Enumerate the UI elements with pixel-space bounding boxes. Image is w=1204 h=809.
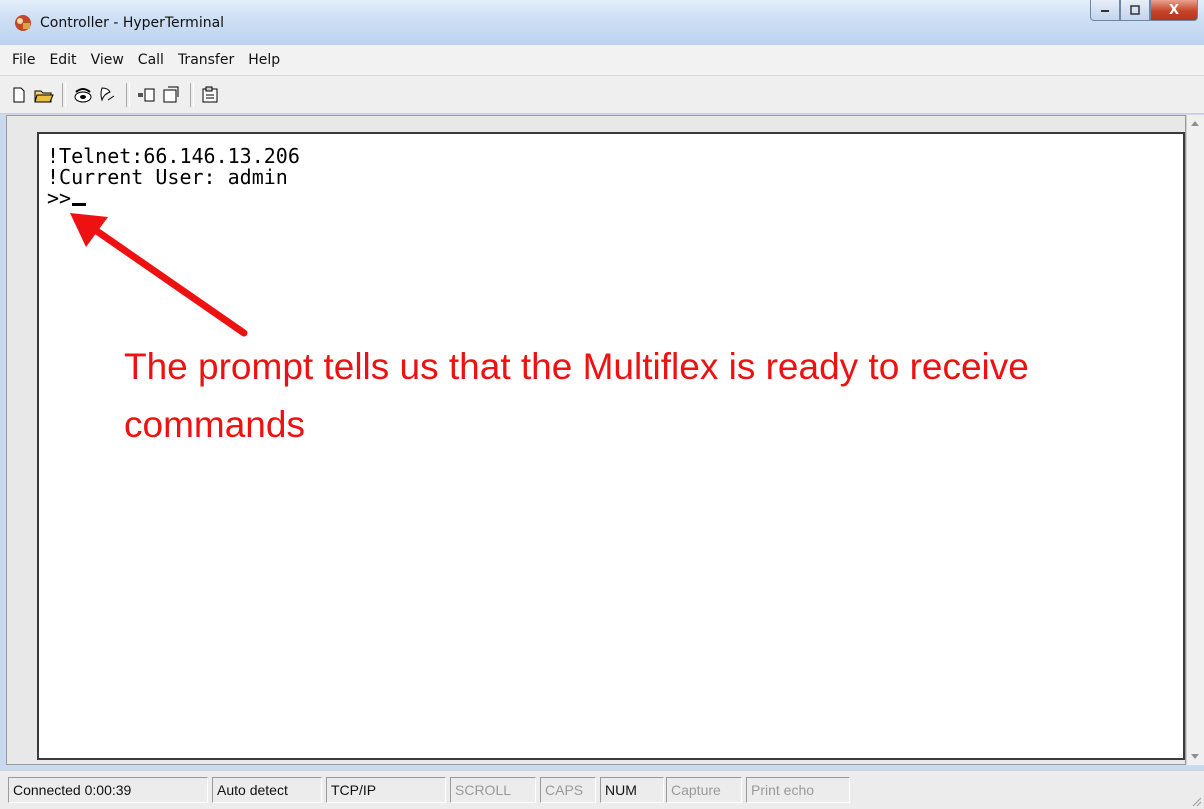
annotation-text: The prompt tells us that the Multiflex i…	[124, 346, 1029, 445]
hyperterminal-app-icon	[15, 15, 31, 31]
menu-transfer[interactable]: Transfer	[178, 52, 234, 68]
menu-help[interactable]: Help	[248, 52, 280, 68]
menu-bar: File Edit View Call Transfer Help	[0, 45, 1204, 76]
close-icon: X	[1168, 2, 1180, 18]
call-icon	[74, 87, 92, 102]
status-bar: Connected 0:00:39 Auto detect TCP/IP SCR…	[0, 770, 1204, 809]
minimize-icon	[1101, 10, 1109, 12]
scroll-up-icon[interactable]	[1191, 121, 1199, 126]
send-icon	[138, 88, 155, 101]
call-button[interactable]	[72, 84, 94, 106]
title-bar[interactable]: Controller - HyperTerminal X	[0, 0, 1204, 46]
new-button[interactable]	[8, 84, 30, 106]
open-folder-icon	[34, 90, 54, 102]
menu-edit[interactable]: Edit	[49, 52, 76, 68]
new-file-icon	[13, 87, 25, 102]
minimize-button[interactable]	[1090, 0, 1120, 21]
menu-call[interactable]: Call	[138, 52, 164, 68]
status-connected: Connected 0:00:39	[8, 777, 208, 803]
status-num: NUM	[600, 777, 664, 803]
vertical-scrollbar[interactable]	[1186, 115, 1204, 765]
close-button[interactable]: X	[1150, 0, 1198, 21]
terminal-line: !Current User: admin	[47, 165, 288, 189]
resize-grip-icon[interactable]	[1190, 795, 1202, 807]
disconnect-icon	[100, 86, 115, 102]
toolbar	[0, 76, 1204, 114]
status-capture: Capture	[666, 777, 742, 803]
annotation-arrow-icon	[70, 213, 248, 337]
status-detect: Auto detect	[212, 777, 322, 803]
receive-icon	[163, 86, 179, 102]
send-button[interactable]	[136, 84, 158, 106]
menu-file[interactable]: File	[12, 52, 35, 68]
maximize-button[interactable]	[1120, 0, 1150, 21]
toolbar-separator	[62, 82, 66, 107]
receive-button[interactable]	[161, 84, 183, 106]
text-cursor	[72, 188, 87, 206]
maximize-icon	[1130, 5, 1140, 15]
scroll-down-icon[interactable]	[1191, 754, 1199, 759]
window-title: Controller - HyperTerminal	[40, 15, 225, 31]
open-button[interactable]	[33, 84, 55, 106]
status-caps: CAPS	[540, 777, 596, 803]
toolbar-separator	[190, 82, 194, 107]
toolbar-separator	[126, 82, 130, 107]
terminal-line: !Telnet:66.146.13.206	[47, 144, 300, 168]
menu-view[interactable]: View	[91, 52, 124, 68]
disconnect-button[interactable]	[97, 84, 119, 106]
status-protocol: TCP/IP	[326, 777, 446, 803]
status-scroll: SCROLL	[450, 777, 536, 803]
status-print-echo: Print echo	[746, 777, 850, 803]
properties-icon	[202, 86, 218, 102]
properties-button[interactable]	[200, 84, 222, 106]
